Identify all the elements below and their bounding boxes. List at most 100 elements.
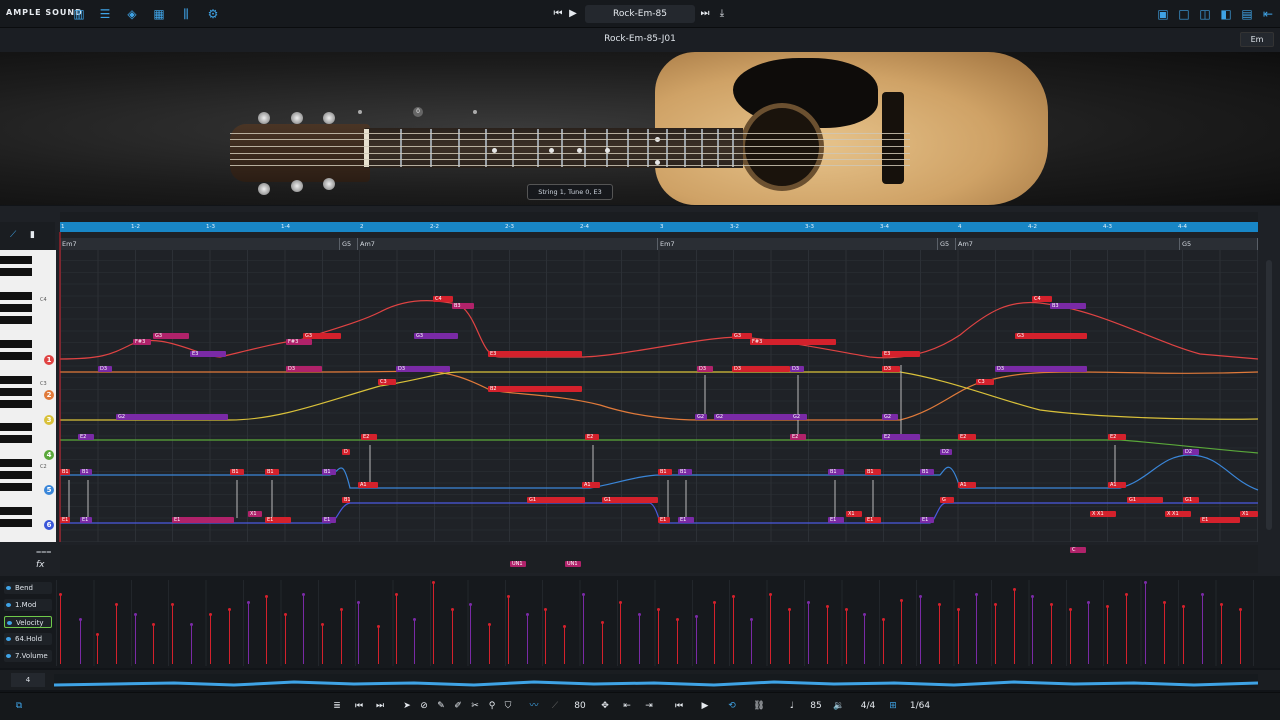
velocity-handle[interactable] (638, 613, 641, 616)
note[interactable]: X1 (1240, 511, 1258, 517)
velocity-handle[interactable] (209, 613, 212, 616)
note[interactable]: D3 (995, 366, 1087, 372)
velocity-handle[interactable] (1031, 595, 1034, 598)
note[interactable]: B1 (265, 469, 279, 475)
note[interactable]: G2 (695, 414, 707, 420)
note[interactable]: E1 (265, 517, 291, 523)
note[interactable]: B1 (865, 469, 881, 475)
velocity-bar[interactable] (1050, 603, 1053, 664)
loop-icon[interactable]: ⟲ (725, 699, 739, 713)
velocity-bar[interactable] (826, 605, 829, 664)
note[interactable]: G1 (602, 497, 658, 503)
guard-icon[interactable]: ⛉ (501, 699, 515, 713)
velocity-bar[interactable] (413, 618, 416, 664)
pencil-icon[interactable]: ✎ (434, 699, 448, 713)
fx-note[interactable]: UN1 (565, 561, 581, 567)
velocity-bar[interactable] (209, 613, 212, 664)
note[interactable]: D3 (396, 366, 450, 372)
velocity-bar[interactable] (563, 625, 566, 664)
line-icon[interactable]: ⟋ (548, 699, 562, 713)
note[interactable]: E2 (958, 434, 976, 440)
time-signature[interactable]: 4/4 (858, 699, 878, 713)
velocity-handle[interactable] (938, 603, 941, 606)
velocity-bar[interactable] (657, 608, 660, 664)
velocity-bar[interactable] (284, 613, 287, 664)
velocity-bar[interactable] (1125, 593, 1128, 664)
velocity-handle[interactable] (377, 625, 380, 628)
note[interactable]: D2 (1183, 449, 1199, 455)
note[interactable]: G3 (1015, 333, 1087, 339)
note[interactable]: E2 (585, 434, 599, 440)
velocity-bar[interactable] (507, 595, 510, 664)
velocity-bar[interactable] (900, 599, 903, 664)
velocity-handle[interactable] (488, 623, 491, 626)
note[interactable]: X1 (248, 511, 262, 517)
velocity-bar[interactable] (228, 608, 231, 664)
velocity-bar[interactable] (340, 608, 343, 664)
velocity-handle[interactable] (619, 601, 622, 604)
note[interactable]: E1 (865, 517, 881, 523)
velocity-handle[interactable] (1182, 605, 1185, 608)
velocity-handle[interactable] (695, 615, 698, 618)
volume-icon[interactable]: 🔉 (832, 699, 846, 713)
velocity-handle[interactable] (975, 593, 978, 596)
velocity-bar[interactable] (1163, 601, 1166, 664)
note[interactable]: G3 (153, 333, 189, 339)
velocity-bar[interactable] (1069, 608, 1072, 664)
lane-bend[interactable]: Bend (4, 582, 52, 594)
velocity-handle[interactable] (247, 601, 250, 604)
note[interactable]: D3 (882, 366, 900, 372)
note[interactable]: D3 (732, 366, 790, 372)
note[interactable]: C4 (433, 296, 453, 302)
erase-icon[interactable]: ⊘ (417, 699, 431, 713)
velocity-bar[interactable] (488, 623, 491, 664)
velocity-handle[interactable] (395, 593, 398, 596)
rewind-icon[interactable]: ⏮ (672, 699, 686, 713)
note[interactable]: C4 (1032, 296, 1052, 302)
velocity-handle[interactable] (134, 613, 137, 616)
velocity-handle[interactable] (769, 593, 772, 596)
velocity-bar[interactable] (395, 593, 398, 664)
wave-icon[interactable]: 〰 (527, 699, 541, 713)
velocity-handle[interactable] (1069, 608, 1072, 611)
velocity-handle[interactable] (882, 618, 885, 621)
vertical-scrollbar[interactable] (1266, 260, 1272, 530)
brush-icon[interactable]: ✐ (451, 699, 465, 713)
velocity-handle[interactable] (115, 603, 118, 606)
velocity-handle[interactable] (357, 601, 360, 604)
velocity-handle[interactable] (919, 595, 922, 598)
note[interactable]: B1 (828, 469, 844, 475)
velocity-handle[interactable] (1239, 608, 1242, 611)
eye-icon[interactable] (7, 621, 12, 625)
align-right-icon[interactable]: ⇥ (642, 699, 656, 713)
velocity-bar[interactable] (582, 593, 585, 664)
note[interactable]: B1 (60, 469, 70, 475)
velocity-bar[interactable] (171, 603, 174, 664)
velocity-handle[interactable] (96, 633, 99, 636)
note[interactable]: B1 (678, 469, 692, 475)
note[interactable]: B1 (230, 469, 244, 475)
velocity-handle[interactable] (321, 623, 324, 626)
velocity-bar[interactable] (882, 618, 885, 664)
note[interactable]: D3 (697, 366, 713, 372)
note[interactable]: E1 (322, 517, 336, 523)
quantize-value[interactable]: 80 (570, 699, 590, 713)
note[interactable]: G3 (414, 333, 458, 339)
note[interactable]: F#3 (750, 339, 836, 345)
note[interactable]: B1 (920, 469, 934, 475)
velocity-handle[interactable] (845, 608, 848, 611)
velocity-handle[interactable] (469, 603, 472, 606)
eye-icon[interactable] (6, 637, 11, 641)
velocity-handle[interactable] (582, 593, 585, 596)
note[interactable]: E1 (1200, 517, 1240, 523)
note[interactable]: B1 (342, 497, 351, 503)
velocity-bar[interactable] (115, 603, 118, 664)
velocity-bar[interactable] (1220, 603, 1223, 664)
velocity-bar[interactable] (544, 608, 547, 664)
zoom-box[interactable]: 4 (11, 673, 45, 687)
note[interactable]: A1 (1108, 482, 1126, 488)
velocity-bar[interactable] (265, 595, 268, 664)
velocity-handle[interactable] (1201, 593, 1204, 596)
velocity-bar[interactable] (601, 621, 604, 664)
note[interactable]: E1 (828, 517, 844, 523)
